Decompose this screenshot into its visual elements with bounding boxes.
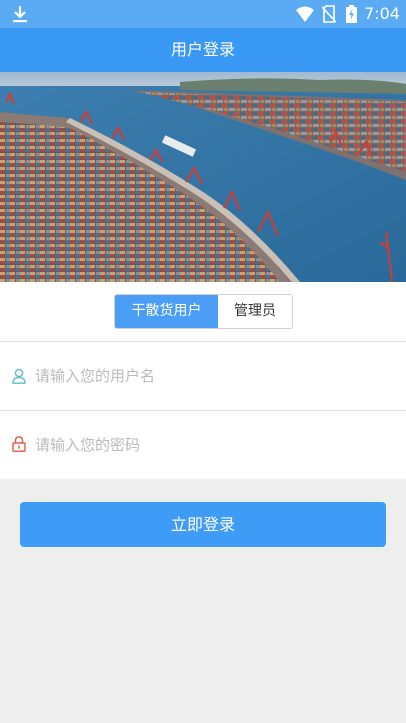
username-field xyxy=(0,342,406,410)
no-sim-icon xyxy=(322,5,336,23)
password-field xyxy=(0,411,406,479)
role-switch-panel: 干散货用户 管理员 xyxy=(0,282,406,341)
role-toggle: 干散货用户 管理员 xyxy=(114,294,293,329)
page-title: 用户登录 xyxy=(0,28,406,72)
role-option-admin[interactable]: 管理员 xyxy=(218,295,292,328)
status-time: 7:04 xyxy=(364,4,400,23)
username-input[interactable] xyxy=(35,364,385,388)
role-option-bulk-user[interactable]: 干散货用户 xyxy=(115,295,218,328)
user-icon xyxy=(12,368,26,384)
status-bar: 7:04 xyxy=(0,0,406,28)
password-input[interactable] xyxy=(35,433,385,457)
lock-icon xyxy=(12,436,26,452)
wifi-icon xyxy=(296,6,314,22)
banner-image xyxy=(0,72,406,282)
battery-charging-icon xyxy=(346,5,357,23)
login-button[interactable]: 立即登录 xyxy=(20,502,386,547)
download-icon xyxy=(13,6,27,23)
